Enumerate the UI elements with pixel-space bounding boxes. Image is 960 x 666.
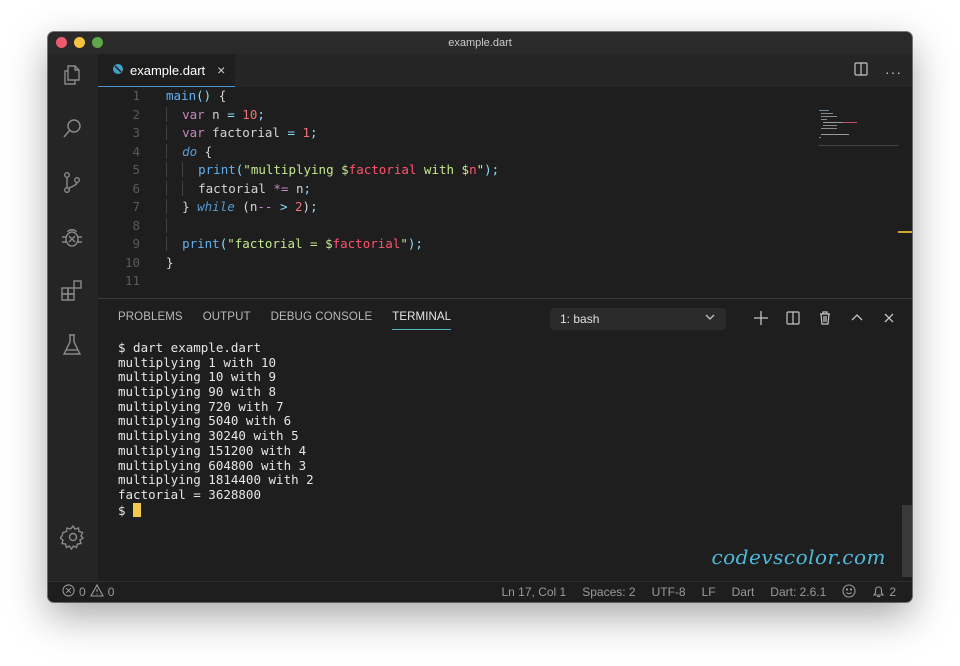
code-line: 2 var n = 10; [132,106,265,122]
tab-debug-console[interactable]: DEBUG CONSOLE [271,311,373,330]
panel-actions [752,309,898,327]
terminal-select[interactable]: 1: bash [550,308,726,330]
code-line: 1 main() { [132,88,227,103]
warning-count: 0 [107,585,115,599]
terminal-line: multiplying 604800 with 3 [118,457,307,473]
tab-example-dart[interactable]: example.dart × [98,54,235,87]
warning-icon [89,583,104,600]
tab-terminal[interactable]: TERMINAL [392,311,452,330]
panel-scrollbar[interactable] [902,505,912,577]
activity-bar [48,54,99,582]
bell-icon [872,584,885,601]
window-controls [56,37,103,48]
code-line: 7 } while (n-- > 2); [132,199,318,214]
gear-icon[interactable] [58,524,86,551]
search-icon[interactable] [59,116,85,142]
window-title: example.dart [448,37,512,49]
error-count: 0 [79,585,86,599]
debug-icon[interactable] [59,224,85,250]
code-line: 11 [124,273,140,288]
editor-area: example.dart × ··· 1 main() { 2 var n = 1… [98,54,912,298]
language-mode[interactable]: Dart [732,585,755,599]
terminal-cursor [133,502,142,517]
tab-problems[interactable]: PROBLEMS [118,311,183,330]
terminal-line: multiplying 1814400 with 2 [118,472,314,488]
error-icon [62,584,75,600]
terminal-line: multiplying 30240 with 5 [118,428,299,444]
bottom-panel: PROBLEMS OUTPUT DEBUG CONSOLE TERMINAL 1… [98,298,912,582]
terminal-line: $ dart example.dart [118,340,261,355]
indentation[interactable]: Spaces: 2 [582,585,635,599]
scrollbar-marker [898,231,912,233]
editor-tabs: example.dart × ··· [98,54,912,87]
source-control-icon[interactable] [59,170,85,196]
code-line: 9 print("factorial = $factorial"); [132,236,423,251]
cursor-position[interactable]: Ln 17, Col 1 [502,585,567,599]
terminal-output[interactable]: $ dart example.dart multiplying 1 with 1… [118,340,314,518]
panel-tabs: PROBLEMS OUTPUT DEBUG CONSOLE TERMINAL [118,311,452,330]
status-bar: 0 0 Ln 17, Col 1 Spaces: 2 UTF-8 LF Dart… [48,581,912,602]
terminal-prompt-line: $ [118,502,314,518]
tab-label: example.dart [130,62,206,78]
tab-output[interactable]: OUTPUT [203,311,251,330]
extensions-icon[interactable] [59,278,85,304]
feedback-smiley-icon[interactable] [842,583,856,601]
close-window-button[interactable] [56,37,67,48]
terminal-line: multiplying 10 with 9 [118,369,277,385]
terminal-select-value: 1: bash [560,312,600,326]
code-line: 4 do { [132,143,213,159]
split-terminal-icon[interactable] [784,309,802,327]
code-line: 8 [98,217,912,236]
code-editor[interactable]: 1 main() { 2 var n = 10; 3 var factorial … [98,87,912,298]
terminal-line: multiplying 151200 with 4 [118,442,307,458]
code-line: 5 print("multiplying $factorial with $n"… [132,162,500,177]
dart-sdk-version[interactable]: Dart: 2.6.1 [770,585,826,599]
maximize-window-button[interactable] [92,37,103,48]
terminal-line: multiplying 720 with 7 [118,398,284,414]
status-right: Ln 17, Col 1 Spaces: 2 UTF-8 LF Dart Dar… [502,583,896,601]
dart-icon [112,63,124,78]
plus-icon[interactable] [752,309,770,327]
more-actions-button[interactable]: ··· [885,64,902,80]
notification-count: 2 [889,585,896,599]
close-tab-icon[interactable]: × [217,62,225,78]
encoding[interactable]: UTF-8 [652,585,686,599]
minimap[interactable] [818,108,898,148]
trash-icon[interactable] [816,309,834,327]
end-of-line[interactable]: LF [702,585,716,599]
terminal-line: multiplying 5040 with 6 [118,413,292,429]
vscode-window: example.dart example.dart × ··· 1 main()… [48,32,912,602]
code-line: 10} [124,254,174,270]
files-icon[interactable] [59,62,85,88]
code-line: 6 factorial *= n; [132,180,312,196]
notifications[interactable]: 2 [872,584,896,601]
close-icon[interactable] [880,309,898,327]
terminal-line: multiplying 1 with 10 [118,354,277,370]
terminal-prompt: $ [118,502,134,518]
watermark: codevscolor.com [711,545,886,569]
terminal-line: factorial = 3628800 [118,486,261,502]
chevron-up-icon[interactable] [848,309,866,327]
split-editor-icon[interactable] [853,61,869,82]
terminal-line: multiplying 90 with 8 [118,384,277,400]
problems-status[interactable]: 0 0 [62,583,115,600]
editor-actions: ··· [853,61,902,82]
chevron-down-icon [704,311,716,326]
code-line: 3 var factorial = 1; [132,125,318,140]
title-bar: example.dart [48,32,912,54]
flask-icon[interactable] [59,332,85,358]
minimize-window-button[interactable] [74,37,85,48]
